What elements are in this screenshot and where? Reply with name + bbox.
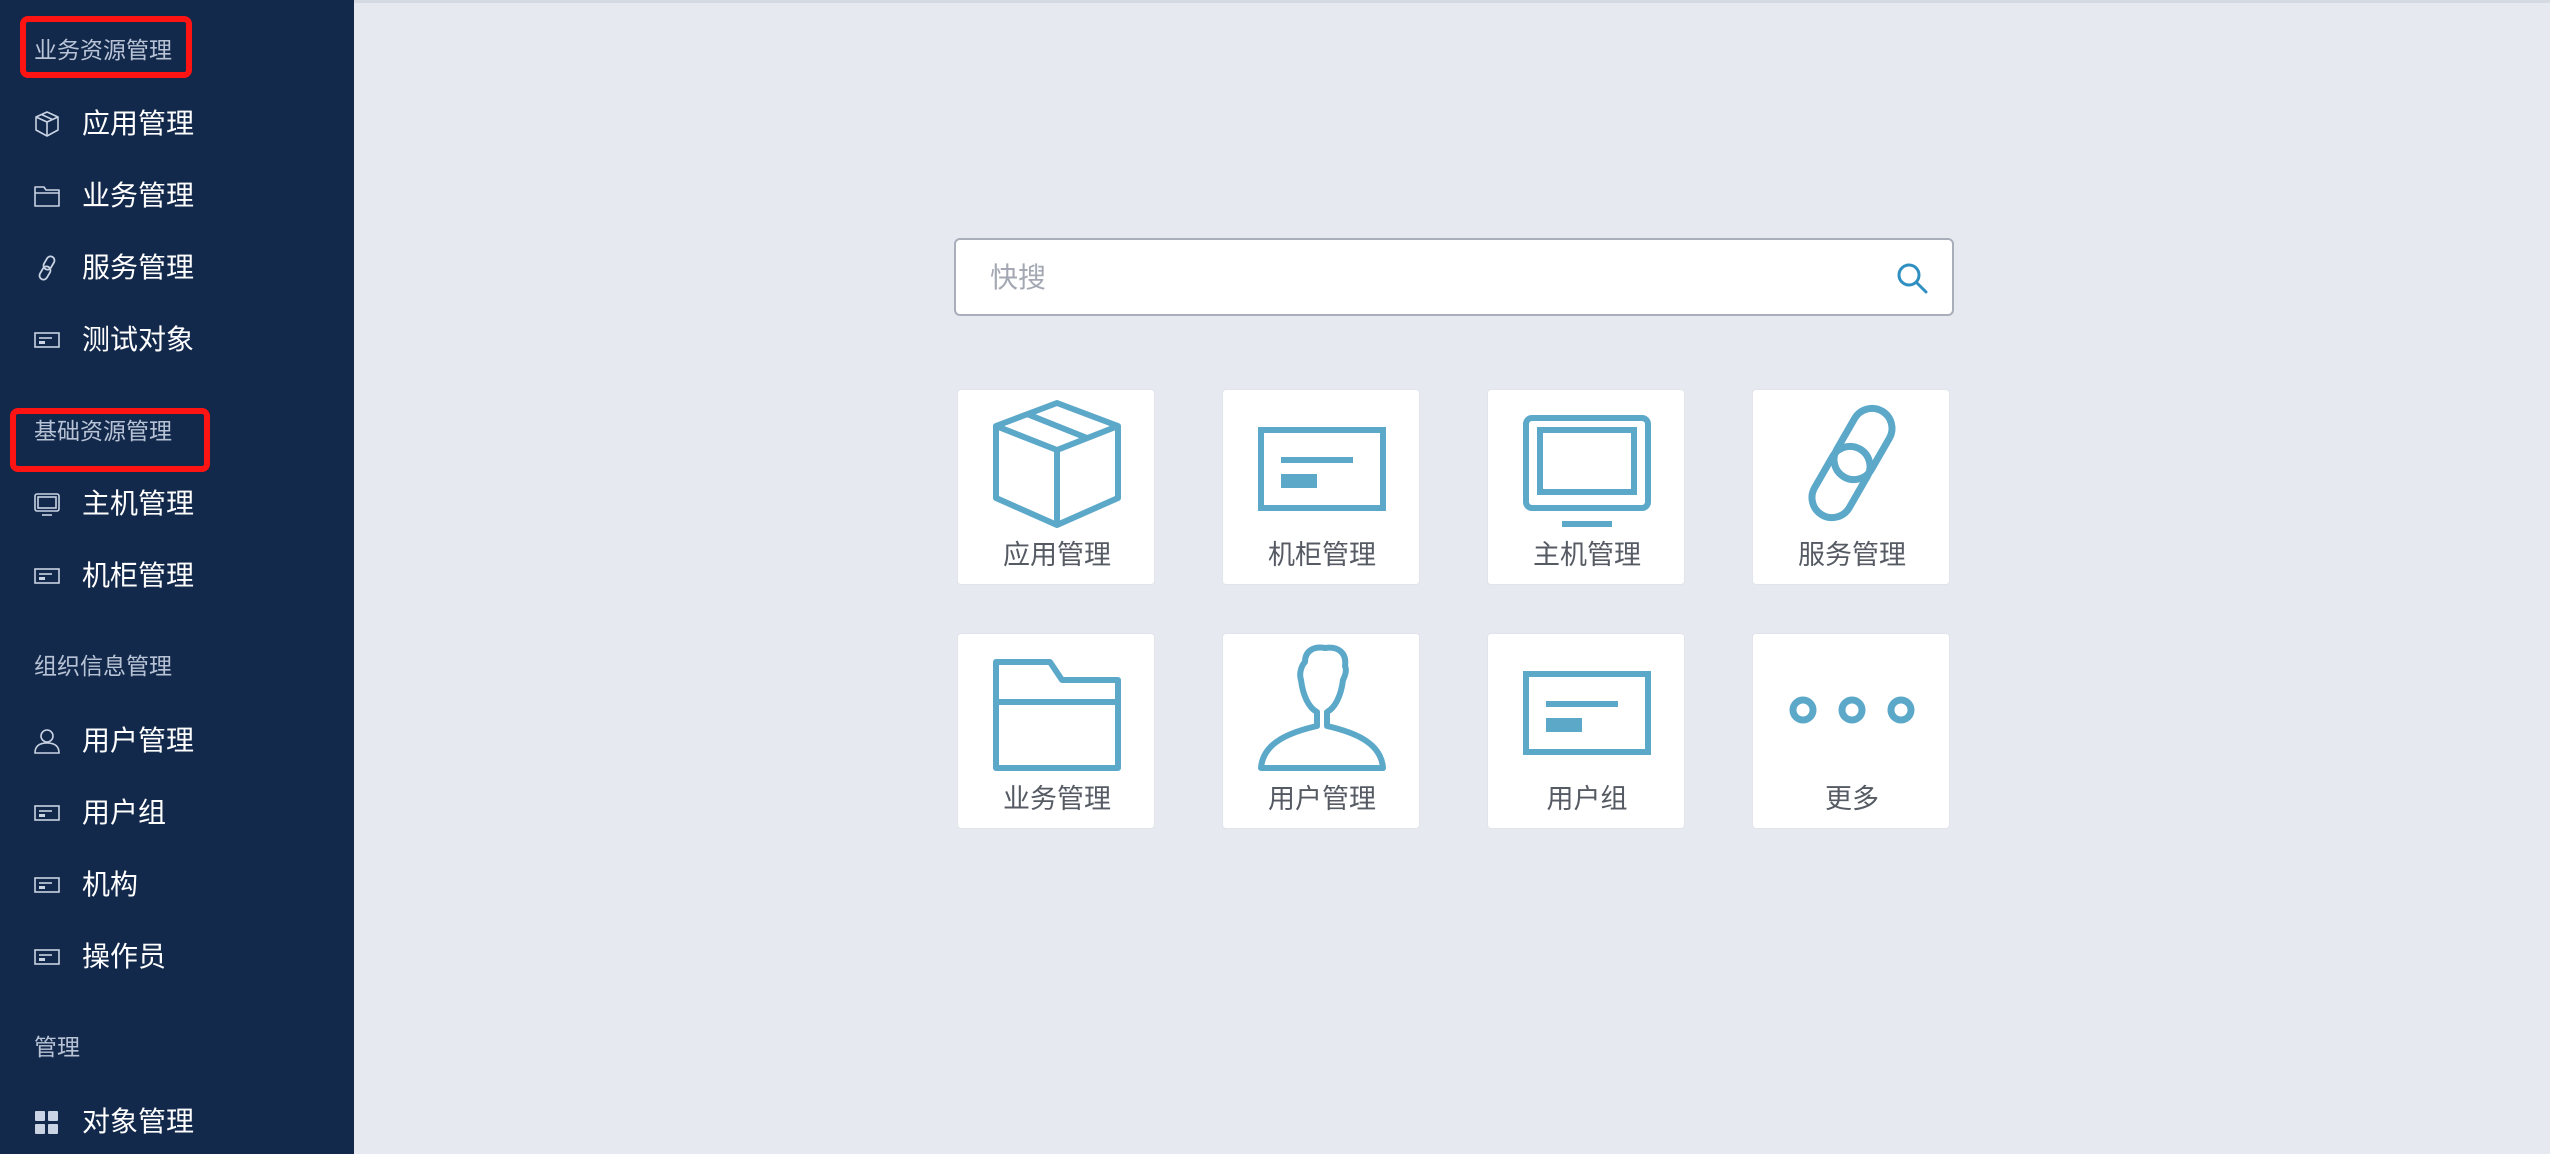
sidebar-item-label: 对象管理 [82,1105,195,1138]
card-icon [1258,427,1386,511]
tile-user-group[interactable]: 用户组 [1487,633,1685,829]
tile-business-management[interactable]: 业务管理 [957,633,1155,829]
sidebar-item-app-management[interactable]: 应用管理 [0,94,354,154]
link-icon [30,251,64,285]
sidebar-item-cabinet-management[interactable]: 机柜管理 [0,546,354,606]
section-title-admin: 管理 [34,1035,80,1061]
user-icon [1258,644,1386,771]
section-title-basic-resources: 基础资源管理 [34,419,172,445]
section-title-business-resources: 业务资源管理 [34,38,172,64]
sidebar-item-service-management[interactable]: 服务管理 [0,238,354,298]
sidebar-item-organization[interactable]: 机构 [0,855,354,915]
tile-app-management[interactable]: 应用管理 [957,389,1155,585]
sidebar-item-host-management[interactable]: 主机管理 [0,474,354,534]
card-icon [30,559,64,593]
sidebar: 业务资源管理 应用管理 业务管理 服务管理 测试对象 基础资源管理 主机管理 机… [0,0,354,1154]
tile-label: 用户管理 [1268,784,1376,815]
tile-label: 用户组 [1546,784,1628,815]
card-icon [30,940,64,974]
card-icon [30,868,64,902]
sidebar-item-label: 操作员 [82,940,167,973]
sidebar-item-label: 用户管理 [82,724,195,757]
sidebar-item-label: 测试对象 [82,323,195,356]
sidebar-item-user-management[interactable]: 用户管理 [0,711,354,771]
user-icon [30,724,64,758]
main-content [354,0,2550,1154]
sidebar-item-label: 业务管理 [82,179,195,212]
sidebar-item-user-group[interactable]: 用户组 [0,783,354,843]
card-icon [30,323,64,357]
tile-label: 主机管理 [1533,540,1641,571]
card-icon [30,796,64,830]
folder-icon [30,179,64,213]
tile-more[interactable]: 更多 [1752,633,1950,829]
sidebar-item-label: 机柜管理 [82,559,195,592]
tile-label: 机柜管理 [1268,540,1376,571]
monitor-icon [30,487,64,521]
section-title-organization: 组织信息管理 [34,654,172,680]
tile-label: 更多 [1825,784,1879,815]
sidebar-item-label: 主机管理 [82,487,195,520]
link-icon [1808,404,1896,522]
sidebar-item-operator[interactable]: 操作员 [0,927,354,987]
sidebar-item-label: 用户组 [82,796,167,829]
tile-label: 服务管理 [1798,540,1906,571]
sidebar-item-label: 服务管理 [82,251,195,284]
sidebar-item-business-management[interactable]: 业务管理 [0,166,354,226]
sidebar-item-label: 机构 [82,868,139,901]
tile-user-management[interactable]: 用户管理 [1222,633,1420,829]
monitor-icon [1523,415,1651,527]
tile-label: 业务管理 [1003,784,1111,815]
sidebar-item-test-object[interactable]: 测试对象 [0,310,354,370]
search-icon[interactable] [1894,260,1930,296]
cube-icon [30,107,64,141]
quick-search-input[interactable] [956,240,1876,314]
tile-label: 应用管理 [1003,540,1111,571]
tile-cabinet-management[interactable]: 机柜管理 [1222,389,1420,585]
sidebar-item-label: 应用管理 [82,107,195,140]
cube-icon [993,400,1121,528]
quick-search-box [954,238,1954,316]
folder-icon [993,659,1121,771]
grid-icon [30,1105,64,1139]
more-icon [1789,696,1915,724]
sidebar-item-object-management[interactable]: 对象管理 [0,1092,354,1152]
tile-service-management[interactable]: 服务管理 [1752,389,1950,585]
tile-host-management[interactable]: 主机管理 [1487,389,1685,585]
card-icon [1523,671,1651,755]
